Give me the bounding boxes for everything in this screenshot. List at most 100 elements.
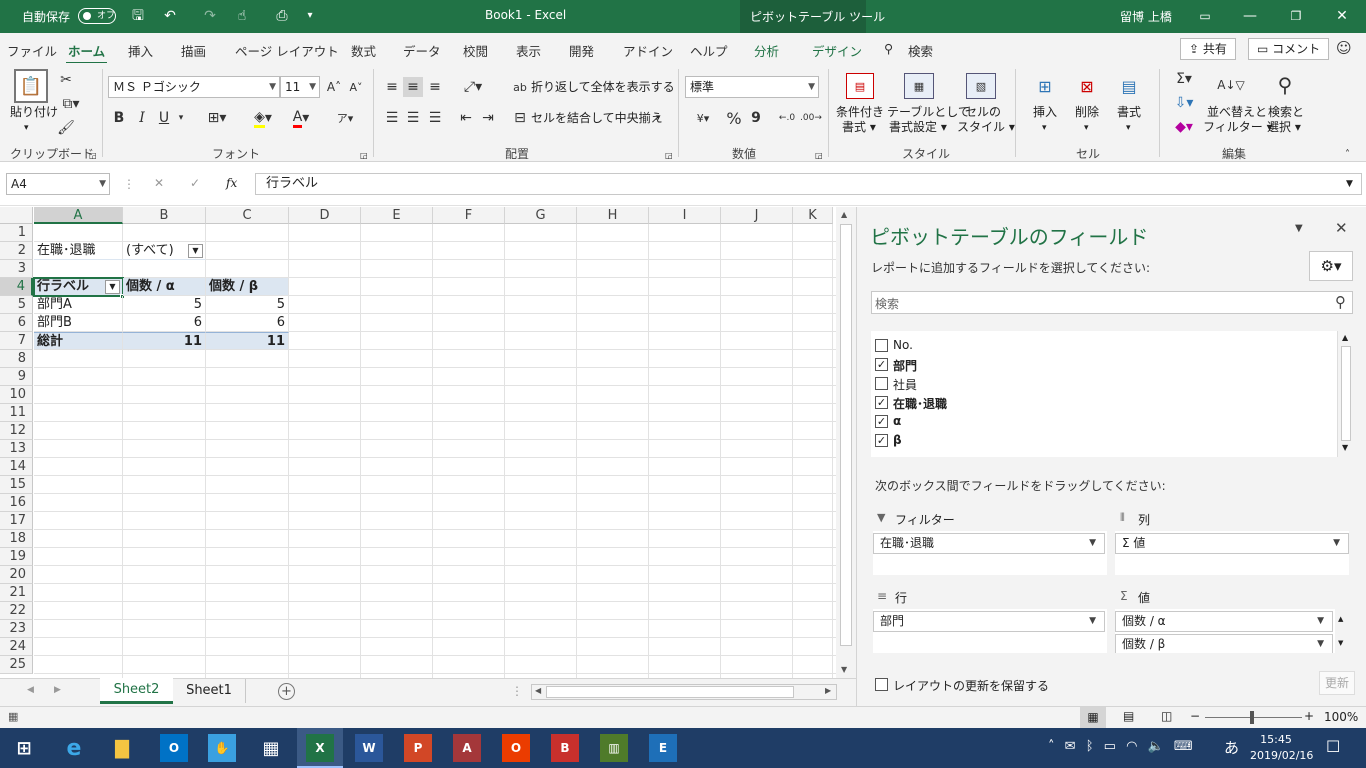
find-select-button[interactable]: 検索と [1268, 105, 1304, 120]
tab-data[interactable]: データ [403, 41, 441, 60]
cell-styles-button-line2[interactable]: スタイル ▾ [957, 120, 1015, 135]
cut-icon[interactable]: ✂ [56, 71, 76, 89]
insert-cells-icon[interactable]: ⊞ [1030, 73, 1060, 99]
column-header[interactable]: F [433, 207, 505, 224]
column-header[interactable]: A [34, 207, 123, 224]
increase-decimal-icon[interactable]: ←.0 [776, 108, 798, 128]
value-cell[interactable]: 6 [123, 314, 206, 332]
value-header-beta[interactable]: 個数 / β [206, 278, 289, 296]
align-bottom-icon[interactable]: ≡ [425, 77, 445, 97]
app-icon[interactable]: E [649, 734, 677, 762]
macro-recording-icon[interactable]: ▦ [8, 710, 18, 723]
horizontal-scroll-thumb[interactable] [546, 686, 794, 698]
tab-help[interactable]: ヘルプ [690, 41, 728, 60]
sort-filter-button-line2[interactable]: フィルター ▾ [1203, 120, 1273, 135]
tab-view[interactable]: 表示 [516, 41, 541, 60]
find-select-button-line2[interactable]: 選択 ▾ [1267, 120, 1301, 135]
scroll-up-icon[interactable]: ▲ [1338, 615, 1343, 623]
row-header[interactable]: 25 [0, 656, 33, 674]
row-header[interactable]: 17 [0, 512, 33, 530]
report-filter-label[interactable]: 在職･退職 [34, 242, 123, 260]
comma-style-button[interactable]: 9 [746, 108, 766, 128]
tab-addins[interactable]: アドイン [623, 41, 673, 60]
defer-update-checkbox[interactable] [875, 678, 888, 691]
field-list-scrollbar[interactable]: ▲ ▼ [1337, 331, 1353, 457]
file-explorer-icon[interactable]: ▇ [108, 734, 136, 762]
keyboard-icon[interactable]: ⌨ [1174, 739, 1193, 754]
share-button[interactable]: ⇪ 共有 [1180, 38, 1236, 60]
word-icon[interactable]: W [355, 734, 383, 762]
grand-total-value[interactable]: 11 [123, 332, 206, 350]
page-break-view-icon[interactable]: ◫ [1161, 709, 1172, 723]
chevron-up-icon[interactable]: ˄ [1048, 739, 1055, 754]
conditional-formatting-button[interactable]: 条件付き [836, 105, 884, 120]
collapse-ribbon-icon[interactable]: ˄ [1345, 147, 1350, 162]
copy-icon[interactable]: ⧉▾ [56, 95, 86, 113]
wrap-text-icon[interactable]: ab [512, 77, 528, 97]
borders-icon[interactable]: ⊞▾ [199, 108, 235, 128]
ime-indicator[interactable]: あ [1224, 737, 1239, 758]
zoom-out-icon[interactable]: − [1190, 709, 1200, 723]
cell-styles-button[interactable]: セルの [965, 105, 1001, 120]
cancel-entry-icon[interactable]: ✕ [154, 176, 164, 191]
tab-insert[interactable]: 挿入 [128, 41, 153, 60]
rows-area[interactable]: 部門 ▼ [873, 609, 1107, 653]
notifications-icon[interactable]: ☐ [1326, 737, 1340, 756]
merge-dropdown-icon[interactable]: ▾ [656, 111, 661, 126]
field-label[interactable]: 在職･退職 [893, 395, 947, 412]
field-list-scroll-thumb[interactable] [1341, 346, 1351, 441]
scroll-thumb[interactable] [840, 224, 852, 646]
align-middle-icon[interactable]: ≡ [403, 77, 423, 97]
customize-qat-icon[interactable]: ▾ [300, 6, 320, 26]
row-header[interactable]: 6 [0, 314, 33, 332]
paste-button[interactable]: 貼り付け [10, 105, 58, 120]
scroll-up-icon[interactable]: ▲ [841, 210, 847, 219]
outlook-icon[interactable]: O [160, 734, 188, 762]
tab-design[interactable]: デザイン [812, 41, 862, 60]
row-field-pill[interactable]: 部門 ▼ [873, 611, 1105, 632]
field-checkbox[interactable]: ✓ [875, 358, 888, 371]
tab-analyze[interactable]: 分析 [754, 41, 779, 60]
row-header[interactable]: 23 [0, 620, 33, 638]
value-field-pill[interactable]: 個数 / β ▼ [1115, 634, 1333, 653]
column-header[interactable]: C [206, 207, 289, 224]
scroll-tabs-left-icon[interactable]: ◀ [27, 685, 34, 695]
value-field-pill[interactable]: 個数 / α ▼ [1115, 611, 1333, 632]
field-label[interactable]: β [893, 433, 902, 447]
field-checkbox[interactable] [875, 377, 888, 390]
clipboard-launcher-icon[interactable]: ◲ [89, 148, 97, 163]
sheet-tab-sheet2[interactable]: Sheet2 [100, 678, 173, 704]
calculator-icon[interactable]: ▦ [257, 734, 285, 762]
sort-filter-button[interactable]: 並べ替えと [1207, 105, 1267, 120]
row-label[interactable]: 部門A [34, 296, 123, 314]
row-header[interactable]: 4 [0, 278, 33, 296]
expand-formula-bar-icon[interactable]: ▼ [1346, 177, 1353, 192]
row-header[interactable]: 18 [0, 530, 33, 548]
formula-bar-handle-icon[interactable]: ⋮ [123, 177, 135, 192]
scroll-down-icon[interactable]: ▼ [841, 665, 847, 674]
number-launcher-icon[interactable]: ◲ [815, 148, 823, 163]
scroll-down-icon[interactable]: ▼ [1338, 639, 1343, 647]
value-cell[interactable]: 5 [206, 296, 289, 314]
format-as-table-button[interactable]: テーブルとして [887, 105, 970, 120]
value-cell[interactable]: 6 [206, 314, 289, 332]
redo-icon[interactable]: ↷ [200, 6, 220, 26]
battery-icon[interactable]: ▭ [1104, 739, 1116, 754]
row-header[interactable]: 10 [0, 386, 33, 404]
clear-icon[interactable]: ◆▾ [1168, 117, 1200, 137]
undo-icon[interactable]: ↶ [160, 6, 180, 26]
touch-mode-icon[interactable]: ☝ [232, 6, 252, 26]
row-header[interactable]: 11 [0, 404, 33, 422]
insert-function-button[interactable]: fx [226, 176, 237, 191]
merge-center-button[interactable]: セルを結合して中央揃え [531, 111, 663, 126]
row-header[interactable]: 16 [0, 494, 33, 512]
find-select-icon[interactable]: ⚲ [1270, 71, 1300, 99]
shrink-font-icon[interactable]: A˅ [346, 78, 366, 96]
tab-formulas[interactable]: 数式 [351, 41, 376, 60]
column-header[interactable]: H [577, 207, 649, 224]
row-header[interactable]: 8 [0, 350, 33, 368]
column-header[interactable]: E [361, 207, 433, 224]
row-header[interactable]: 1 [0, 224, 33, 242]
increase-indent-icon[interactable]: ⇥ [478, 108, 498, 128]
format-cells-dropdown-icon[interactable]: ▾ [1126, 121, 1131, 136]
